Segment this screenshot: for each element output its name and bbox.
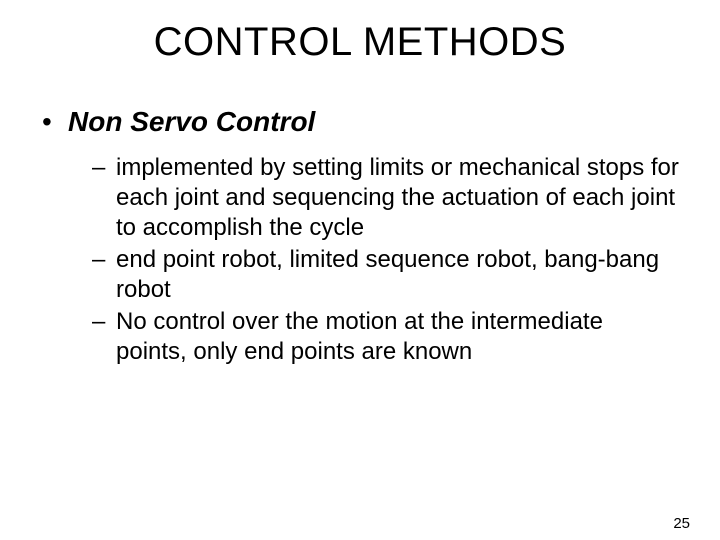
slide: CONTROL METHODS Non Servo Control implem… bbox=[0, 20, 720, 540]
sub-bullet: implemented by setting limits or mechani… bbox=[92, 153, 680, 243]
slide-body: Non Servo Control implemented by setting… bbox=[0, 105, 720, 367]
bullet-label: Non Servo Control bbox=[68, 106, 315, 137]
sub-bullet: end point robot, limited sequence robot,… bbox=[92, 245, 680, 305]
sub-bullet: No control over the motion at the interm… bbox=[92, 307, 680, 367]
sub-bullet-list: implemented by setting limits or mechani… bbox=[40, 153, 680, 367]
page-number: 25 bbox=[673, 515, 690, 532]
slide-title: CONTROL METHODS bbox=[0, 20, 720, 65]
bullet-non-servo-control: Non Servo Control bbox=[40, 105, 680, 139]
